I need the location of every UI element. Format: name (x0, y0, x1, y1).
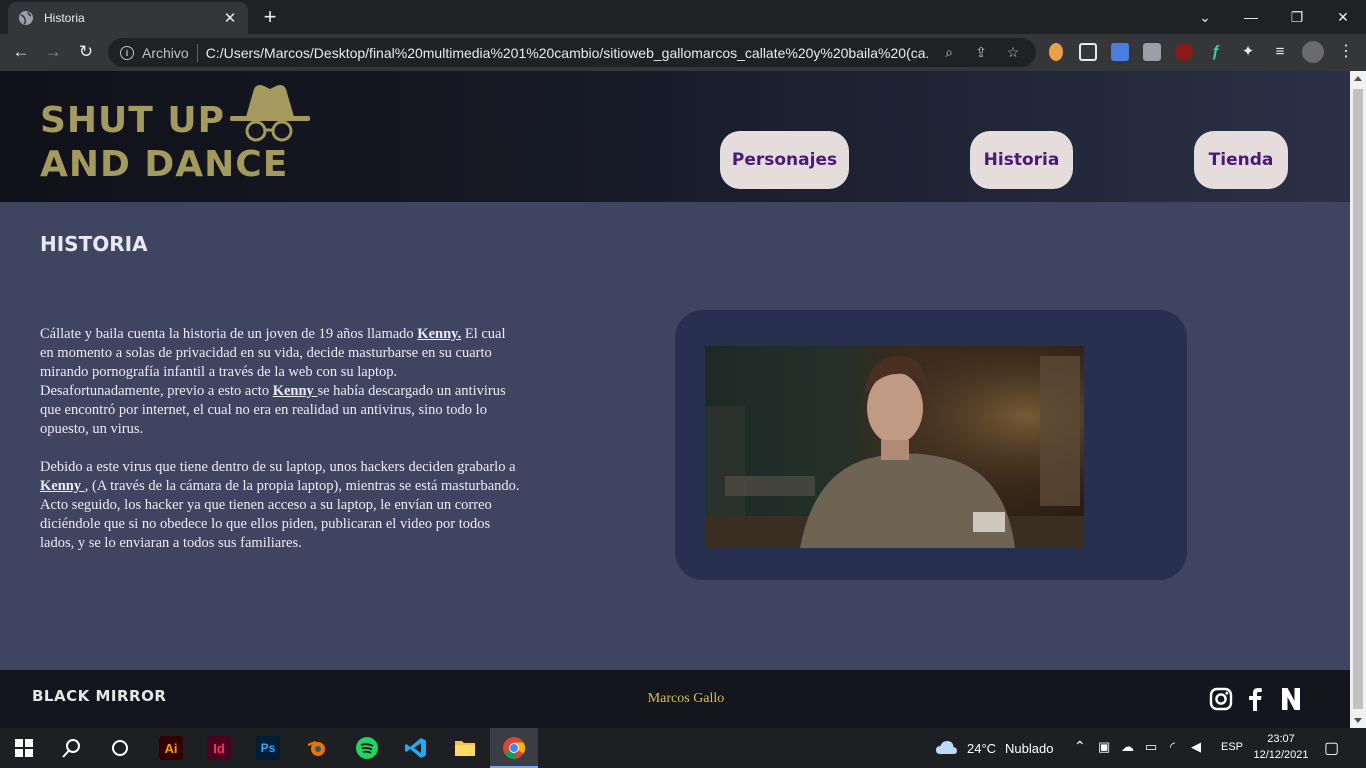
tab-title: Historia (44, 11, 85, 25)
instagram-icon[interactable] (1209, 687, 1233, 711)
cortana-icon[interactable] (108, 736, 132, 760)
extension-green-icon[interactable]: ƒ (1207, 43, 1225, 61)
bookmark-star-icon[interactable]: ☆ (1002, 44, 1024, 61)
address-separator (196, 43, 198, 62)
media-control-icon[interactable]: ≡ (1271, 43, 1289, 61)
onedrive-icon[interactable]: ☁ (1121, 739, 1134, 755)
scroll-down-icon[interactable] (1354, 718, 1362, 723)
nav-tienda[interactable]: Tienda (1194, 131, 1288, 189)
tab-close-icon[interactable]: ✕ (222, 9, 238, 27)
kenny-link[interactable]: Kenny. (417, 326, 461, 342)
photoshop-icon[interactable]: Ps (256, 736, 280, 760)
footer-author: Marcos Gallo (647, 691, 725, 706)
logo-line-1: SHUT UP (40, 100, 225, 141)
address-bar[interactable]: i Archivo C:/Users/Marcos/Desktop/final%… (108, 38, 1036, 67)
extension-gray-icon[interactable] (1143, 43, 1161, 61)
file-explorer-icon[interactable] (453, 736, 477, 760)
restore-button[interactable]: ❐ (1274, 0, 1320, 34)
extension-window-icon[interactable] (1079, 43, 1097, 61)
clock-date: 12/12/2021 (1253, 749, 1309, 761)
page-scrollbar[interactable] (1350, 71, 1366, 728)
browser-tab[interactable]: Historia ✕ (8, 2, 248, 34)
story-text-segment: Debido a este virus que tiene dentro de … (40, 459, 516, 475)
ublock-origin-icon[interactable] (1175, 43, 1193, 61)
kenny-photo (705, 346, 1084, 548)
blender-icon[interactable] (305, 736, 329, 760)
browser-toolbar: ← → ↻ i Archivo C:/Users/Marcos/Desktop/… (0, 34, 1366, 71)
volume-icon[interactable]: ◀ (1191, 739, 1201, 755)
minimize-button[interactable]: ― (1228, 0, 1274, 34)
story-text: Cállate y baila cuenta la historia de un… (40, 325, 520, 572)
search-icon[interactable] (60, 736, 84, 760)
browser-tab-strip: Historia ✕ + ⌄ ― ❐ ✕ (0, 0, 1366, 34)
tab-search-icon[interactable]: ⌄ (1182, 0, 1228, 34)
notifications-icon[interactable]: ▢ (1324, 738, 1339, 758)
globe-icon (19, 11, 33, 25)
new-tab-button[interactable]: + (258, 6, 282, 28)
clock-time: 23:07 (1267, 733, 1295, 745)
indesign-icon[interactable]: Id (207, 736, 231, 760)
weather-description: Nublado (1005, 741, 1054, 756)
story-paragraph-2: Debido a este virus que tiene dentro de … (40, 458, 520, 553)
weather-cloud-icon[interactable] (934, 736, 958, 760)
tray-expand-icon[interactable]: ⌃ (1074, 738, 1086, 755)
chrome-menu-icon[interactable]: ⋮ (1337, 43, 1355, 61)
story-text-segment: , (A través de la cámara de la propia la… (40, 478, 520, 551)
weather-temperature: 24°C (967, 741, 997, 756)
reload-button[interactable]: ↻ (75, 41, 97, 63)
system-clock[interactable]: 23:07 12/12/2021 (1248, 731, 1314, 763)
address-url[interactable]: C:/Users/Marcos/Desktop/final%20multimed… (206, 45, 928, 61)
scroll-up-icon[interactable] (1354, 76, 1362, 81)
nav-historia[interactable]: Historia (970, 131, 1073, 189)
zoom-icon[interactable]: ⌕ (938, 44, 960, 61)
meet-now-icon[interactable]: ▣ (1098, 739, 1110, 755)
site-footer: BLACK MIRROR Marcos Gallo (0, 670, 1350, 728)
profile-avatar[interactable] (1302, 41, 1324, 63)
battery-icon[interactable]: ▭ (1145, 739, 1157, 755)
kenny-link[interactable]: Kenny (40, 478, 85, 494)
page-title: HISTORIA (40, 232, 148, 256)
vscode-icon[interactable] (404, 736, 428, 760)
share-icon[interactable]: ⇪ (970, 44, 992, 61)
hat-glasses-icon (230, 85, 310, 142)
wifi-icon[interactable]: ◜ (1170, 739, 1175, 755)
page-viewport: SHUT UP AND DANCE Personajes Historia Ti… (0, 71, 1350, 728)
windows-start-icon[interactable] (12, 736, 36, 760)
language-indicator[interactable]: ESP (1221, 741, 1243, 753)
netflix-icon[interactable] (1279, 687, 1303, 711)
site-logo[interactable]: SHUT UP AND DANCE (40, 83, 330, 183)
site-header: SHUT UP AND DANCE Personajes Historia Ti… (0, 71, 1350, 202)
spotify-icon[interactable] (355, 736, 379, 760)
nav-personajes[interactable]: Personajes (720, 131, 849, 189)
address-scheme: Archivo (142, 44, 189, 61)
logo-line-2: AND DANCE (40, 144, 289, 185)
google-translate-icon[interactable] (1111, 43, 1129, 61)
kenny-link[interactable]: Kenny (273, 383, 318, 399)
extensions-puzzle-icon[interactable]: ✦ (1239, 43, 1257, 61)
story-text-segment: Cállate y baila cuenta la historia de un… (40, 326, 418, 342)
extension-orange-icon[interactable] (1049, 43, 1063, 61)
windows-taskbar: Ai Id Ps 24°C Nublado ⌃ ▣ ☁ ▭ ◜ ◀ ESP 23… (0, 728, 1366, 768)
chrome-icon[interactable] (502, 736, 526, 760)
image-frame (675, 310, 1187, 580)
story-paragraph-1: Cállate y baila cuenta la historia de un… (40, 325, 520, 439)
scroll-thumb[interactable] (1353, 89, 1363, 709)
facebook-icon[interactable] (1244, 687, 1268, 711)
info-icon[interactable]: i (120, 45, 134, 60)
close-window-button[interactable]: ✕ (1320, 0, 1366, 34)
forward-button[interactable]: → (42, 41, 64, 63)
illustrator-icon[interactable]: Ai (159, 736, 183, 760)
back-button[interactable]: ← (10, 41, 32, 63)
